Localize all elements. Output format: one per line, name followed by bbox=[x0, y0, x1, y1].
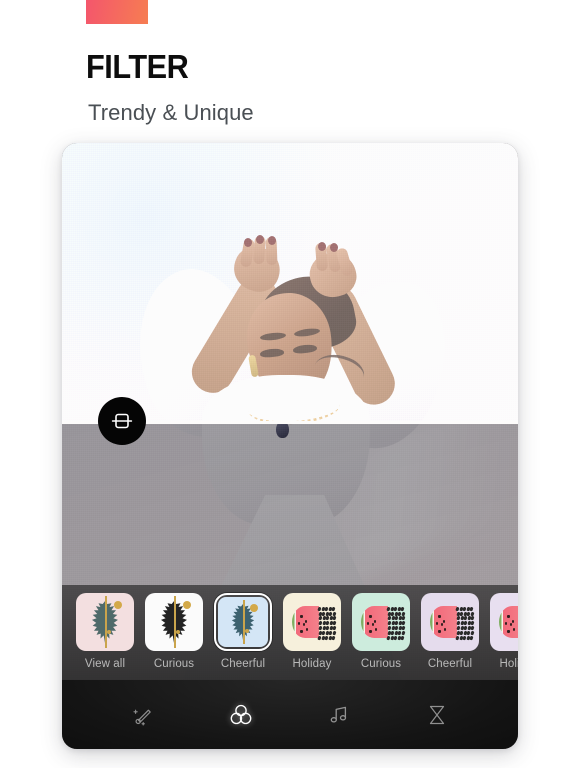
tool-timer[interactable] bbox=[415, 693, 459, 737]
filter-item-cheerful-5[interactable]: Cheerful bbox=[421, 593, 479, 670]
tool-music[interactable] bbox=[317, 693, 361, 737]
magic-brush-icon bbox=[133, 709, 151, 726]
hourglass-icon bbox=[429, 705, 445, 724]
gold-accent-line bbox=[243, 600, 245, 644]
filter-thumb-preview bbox=[352, 593, 410, 651]
filter-thumb-preview bbox=[490, 593, 518, 651]
editor-toolbar bbox=[62, 680, 518, 749]
filter-thumb-preview bbox=[76, 593, 134, 651]
music-note-icon bbox=[330, 706, 347, 723]
filter-item-curious-1[interactable]: Curious bbox=[145, 593, 203, 670]
gold-accent-line bbox=[105, 596, 107, 648]
gold-accent-line bbox=[174, 596, 176, 648]
gold-accent-dot bbox=[114, 601, 123, 610]
filter-item-curious-4[interactable]: Curious bbox=[352, 593, 410, 670]
filter-thumb-label: Holiday bbox=[499, 658, 518, 670]
filter-thumb-label: Curious bbox=[153, 658, 195, 670]
filter-thumb-preview bbox=[283, 593, 341, 651]
filter-thumb-ring bbox=[214, 593, 272, 651]
filter-thumb-label: Cheerful bbox=[220, 658, 266, 670]
filter-thumbnail-strip[interactable]: View all Curious Cheerful Holiday Curious Che… bbox=[62, 585, 518, 680]
accent-gradient-swatch bbox=[86, 0, 148, 24]
page-title: FILTER bbox=[86, 48, 189, 85]
monstera-leaf-icon bbox=[76, 593, 134, 651]
watermelon-icon bbox=[490, 593, 518, 651]
filter-item-holiday-6[interactable]: Holiday bbox=[490, 593, 518, 670]
watermelon-icon bbox=[421, 593, 479, 651]
filter-thumb-ring bbox=[145, 593, 203, 651]
gold-accent-dot bbox=[183, 601, 192, 610]
watermelon-icon bbox=[283, 593, 341, 651]
monstera-leaf-icon bbox=[218, 597, 268, 647]
filter-item-view-all-0[interactable]: View all bbox=[76, 593, 134, 670]
tool-magic-brush[interactable] bbox=[121, 693, 165, 737]
filter-thumb-ring bbox=[421, 593, 479, 651]
filter-thumb-label: Cheerful bbox=[427, 658, 473, 670]
filter-thumb-ring bbox=[352, 593, 410, 651]
filter-thumb-label: View all bbox=[84, 658, 126, 670]
filter-thumb-ring bbox=[283, 593, 341, 651]
tool-filters[interactable] bbox=[219, 693, 263, 737]
filter-thumb-ring bbox=[76, 593, 134, 651]
filter-thumb-preview bbox=[218, 597, 268, 647]
gold-accent-dot-small bbox=[245, 629, 249, 633]
filter-thumb-label: Curious bbox=[360, 658, 402, 670]
filter-item-cheerful-2[interactable]: Cheerful bbox=[214, 593, 272, 670]
filter-thumb-preview bbox=[421, 593, 479, 651]
compare-toggle-button[interactable] bbox=[98, 397, 146, 445]
editor-preview-card: View all Curious Cheerful Holiday Curious Che… bbox=[62, 143, 518, 749]
page-subtitle: Trendy & Unique bbox=[88, 100, 254, 125]
filter-item-holiday-3[interactable]: Holiday bbox=[283, 593, 341, 670]
filter-grade-overlay bbox=[62, 143, 518, 421]
filter-circles-icon bbox=[230, 704, 252, 724]
filter-thumb-preview bbox=[145, 593, 203, 651]
gold-accent-dot bbox=[250, 604, 258, 612]
monstera-leaf-icon bbox=[145, 593, 203, 651]
watermelon-icon bbox=[352, 593, 410, 651]
filter-thumb-ring bbox=[490, 593, 518, 651]
filter-thumb-label: Holiday bbox=[292, 658, 332, 670]
split-compare-icon bbox=[111, 413, 133, 429]
filtered-preview bbox=[62, 143, 518, 421]
